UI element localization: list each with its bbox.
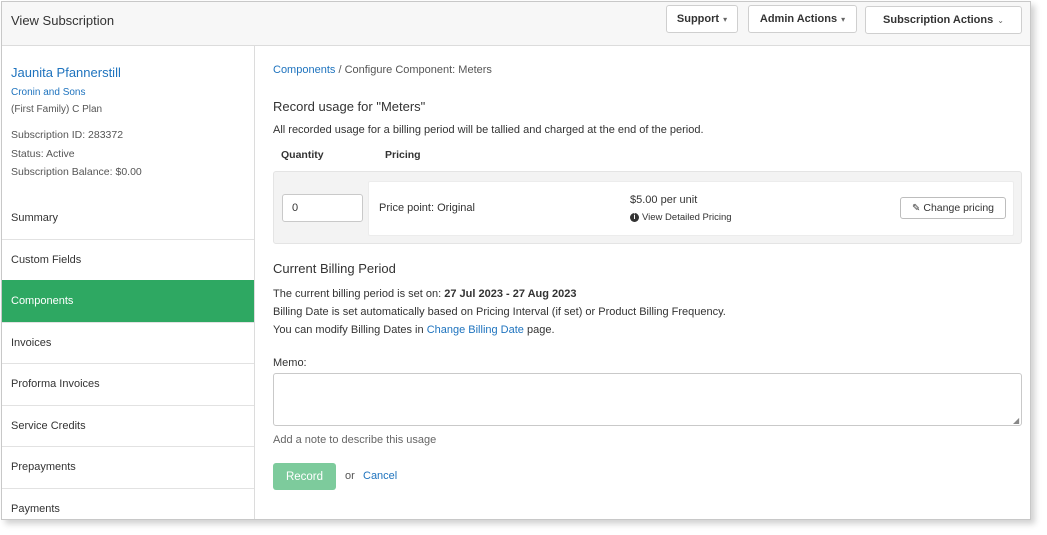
sidebar-item-custom-fields[interactable]: Custom Fields [2,238,254,281]
resize-grip-icon[interactable]: ◢ [1013,416,1019,425]
view-detailed-pricing-label: View Detailed Pricing [642,212,732,223]
sidebar-item-payments[interactable]: Payments [2,487,254,520]
breadcrumb: Components / Configure Component: Meters [273,64,492,76]
billing-date-note: Billing Date is set automatically based … [273,306,726,318]
unit-price: $5.00 per unit [630,194,698,206]
billing-period-value: 27 Jul 2023 - 27 Aug 2023 [444,288,577,300]
quantity-input[interactable] [282,194,363,222]
sidebar-item-components[interactable]: Components [2,280,254,322]
support-dropdown[interactable]: Support ▾ [666,5,738,33]
subscription-actions-label: Subscription Actions [883,14,994,26]
billing-period-prefix: The current billing period is set on: [273,288,442,300]
chevron-down-icon: ⌄ [997,15,1004,25]
sidebar-item-prepayments[interactable]: Prepayments [2,446,254,488]
record-usage-description: All recorded usage for a billing period … [273,124,704,136]
pricing-column-header: Pricing [385,149,421,161]
app-window: View Subscription Support ▾ Admin Action… [1,1,1031,520]
usage-entry-panel: Price point: Original $5.00 per unit i V… [273,171,1022,244]
support-label: Support [676,13,720,25]
or-text: or [345,470,355,482]
change-billing-date-link[interactable]: Change Billing Date [427,324,524,336]
caret-down-icon: ▾ [723,14,728,24]
billing-period-text: The current billing period is set on: 27… [273,288,577,300]
price-point-card: Price point: Original $5.00 per unit i V… [368,181,1014,236]
admin-actions-dropdown[interactable]: Admin Actions ▾ [748,5,857,33]
record-usage-title: Record usage for "Meters" [273,99,426,114]
pencil-icon: ✎ [911,202,921,214]
customer-plan: (First Family) C Plan [11,104,103,115]
breadcrumb-current: Configure Component: Meters [344,64,492,76]
change-pricing-label: Change pricing [923,202,995,214]
subscription-id: Subscription ID: 283372 [11,129,124,141]
caret-down-icon: ▾ [841,14,846,24]
cancel-link[interactable]: Cancel [363,470,397,482]
modify-billing-text: You can modify Billing Dates in Change B… [273,324,555,336]
info-icon: i [630,213,639,222]
sidebar-item-invoices[interactable]: Invoices [2,321,254,364]
sidebar-nav: Summary Custom Fields Components Invoice… [2,197,254,520]
quantity-column-header: Quantity [281,149,324,161]
sidebar-item-service-credits[interactable]: Service Credits [2,404,254,447]
subscription-actions-dropdown[interactable]: Subscription Actions ⌄ [865,6,1022,34]
page-header: View Subscription Support ▾ Admin Action… [2,2,1030,46]
memo-help-text: Add a note to describe this usage [273,434,437,446]
modify-billing-suffix: page. [526,324,555,336]
memo-textarea[interactable] [273,373,1022,426]
change-pricing-button[interactable]: ✎ Change pricing [900,197,1006,219]
billing-period-title: Current Billing Period [273,261,396,276]
memo-label: Memo: [273,357,307,369]
customer-company-link[interactable]: Cronin and Sons [11,87,86,98]
sidebar-item-proforma-invoices[interactable]: Proforma Invoices [2,363,254,405]
breadcrumb-components-link[interactable]: Components [273,64,335,76]
modify-billing-prefix: You can modify Billing Dates in [273,324,424,336]
subscription-status: Status: Active [11,148,75,160]
sidebar: Jaunita Pfannerstill Cronin and Sons (Fi… [2,46,255,520]
subscription-balance: Subscription Balance: $0.00 [11,166,142,178]
breadcrumb-separator: / [338,64,342,76]
sidebar-item-summary[interactable]: Summary [2,197,254,239]
main-content: Components / Configure Component: Meters… [256,46,1030,519]
record-button[interactable]: Record [273,463,336,490]
view-detailed-pricing-link[interactable]: i View Detailed Pricing [630,212,732,223]
price-point-label: Price point: Original [379,202,475,214]
admin-actions-label: Admin Actions [759,13,838,25]
customer-name-link[interactable]: Jaunita Pfannerstill [11,65,121,80]
page-title: View Subscription [11,13,115,28]
